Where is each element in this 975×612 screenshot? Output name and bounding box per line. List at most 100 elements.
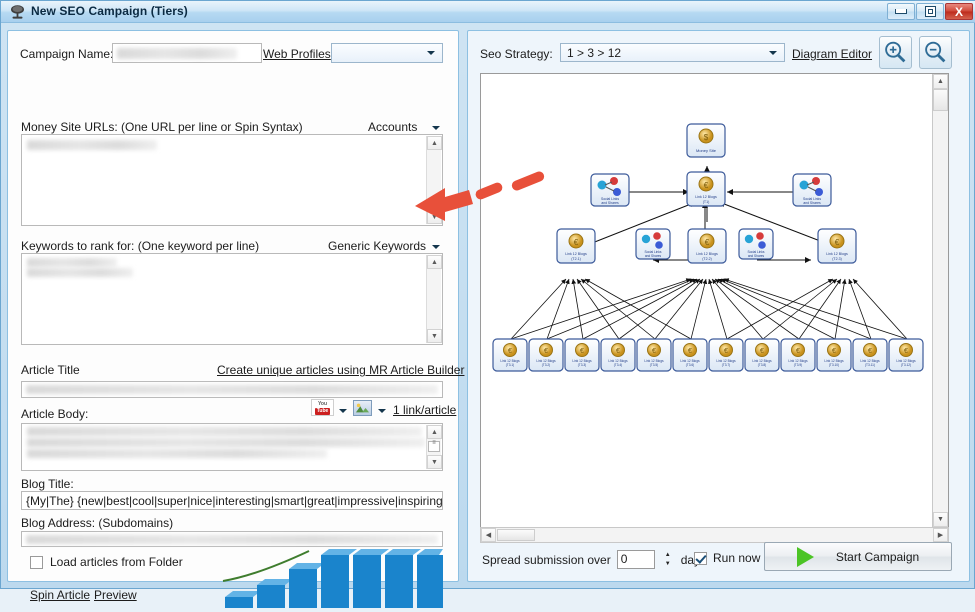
- image-icon[interactable]: [353, 400, 372, 416]
- svg-text:Money Site: Money Site: [696, 148, 717, 153]
- zoom-out-button[interactable]: [919, 36, 952, 69]
- growth-bar-chart: [221, 549, 443, 612]
- spread-days-input[interactable]: 0: [616, 550, 655, 569]
- spread-days-stepper[interactable]: ▲ ▼: [661, 550, 675, 569]
- scroll-up-icon[interactable]: ▲: [933, 74, 948, 89]
- keywords-textarea[interactable]: ▲ ▼: [21, 253, 443, 345]
- diagram-horizontal-scrollbar[interactable]: ◀ ▶: [480, 527, 949, 543]
- scroll-left-icon[interactable]: ◀: [481, 528, 496, 542]
- svg-text:€: €: [835, 238, 840, 247]
- run-now-label: Run now: [713, 551, 761, 565]
- load-articles-checkbox-row[interactable]: Load articles from Folder: [30, 555, 183, 569]
- scroll-up-icon[interactable]: ▲: [427, 425, 442, 439]
- scroll-up-icon[interactable]: ▲: [427, 136, 442, 150]
- tier3-node[interactable]: €Link 12 Blogs(T3.9): [780, 338, 816, 372]
- generic-keywords-chevron-down-icon[interactable]: [432, 245, 440, 249]
- load-articles-checkbox[interactable]: [30, 555, 43, 569]
- run-now-checkbox-row[interactable]: Run now: [694, 551, 760, 565]
- stepper-up-icon[interactable]: ▲: [661, 550, 675, 560]
- seo-strategy-value: 1 > 3 > 12: [567, 46, 622, 60]
- zoom-in-button[interactable]: [879, 36, 912, 69]
- scroll-down-icon[interactable]: ▼: [427, 210, 442, 224]
- social-node[interactable]: Social Links and Shares: [635, 228, 671, 260]
- scroll-thumb-horizontal[interactable]: [497, 529, 535, 541]
- spin-article-link[interactable]: Spin Article: [30, 588, 90, 602]
- article-title-input[interactable]: [21, 381, 443, 398]
- svg-text:(T3.11): (T3.11): [865, 363, 875, 367]
- window-title: New SEO Campaign (Tiers): [31, 4, 188, 18]
- generic-keywords-label[interactable]: Generic Keywords: [328, 239, 426, 253]
- tier2-node[interactable]: € Link 12 Blogs (T2.2): [687, 228, 727, 264]
- scroll-thumb[interactable]: ≡: [428, 440, 440, 452]
- blog-address-input[interactable]: [21, 531, 443, 547]
- scroll-thumb[interactable]: [933, 89, 948, 111]
- minimize-button[interactable]: [887, 3, 915, 20]
- tier3-node[interactable]: €Link 12 Blogs(T3.6): [672, 338, 708, 372]
- tier3-node[interactable]: €Link 12 Blogs(T3.4): [600, 338, 636, 372]
- campaign-name-label: Campaign Name:: [20, 47, 114, 61]
- scroll-down-icon[interactable]: ▼: [427, 455, 442, 469]
- money-site-node[interactable]: $ Money Site: [686, 123, 726, 158]
- keywords-scrollbar[interactable]: ▲ ▼: [426, 255, 442, 343]
- article-body-line2: [27, 438, 425, 447]
- accounts-label[interactable]: Accounts: [368, 120, 417, 134]
- minimize-icon: [895, 9, 907, 14]
- start-campaign-button[interactable]: Start Campaign: [764, 542, 952, 571]
- blog-title-input[interactable]: {My|The} {new|best|cool|super|nice|inter…: [21, 491, 443, 510]
- youtube-icon[interactable]: You Tube: [311, 399, 334, 416]
- money-site-scrollbar[interactable]: ▲ ▼: [426, 136, 442, 224]
- tier3-node[interactable]: €Link 12 Blogs(T3.3): [564, 338, 600, 372]
- chart-svg: [222, 549, 443, 608]
- scroll-down-icon[interactable]: ▼: [427, 329, 442, 343]
- article-body-scrollbar[interactable]: ▲ ≡ ▼: [426, 425, 442, 469]
- svg-text:(T3.10): (T3.10): [829, 363, 839, 367]
- tier2-node[interactable]: € Link 12 Blogs (T2.1): [556, 228, 596, 264]
- chart-bar: [321, 549, 357, 608]
- tier2-node[interactable]: € Link 12 Blogs (T2.3): [817, 228, 857, 264]
- run-now-checkbox[interactable]: [694, 551, 707, 565]
- scroll-up-icon[interactable]: ▲: [427, 255, 442, 269]
- svg-text:Link 12 Blogs: Link 12 Blogs: [695, 195, 717, 199]
- web-profiles-select[interactable]: [331, 43, 443, 63]
- stepper-down-icon[interactable]: ▼: [661, 560, 675, 570]
- diagram-editor-link[interactable]: Diagram Editor: [792, 47, 872, 61]
- zoom-out-icon: [925, 41, 946, 63]
- article-body-textarea[interactable]: ▲ ≡ ▼: [21, 423, 443, 471]
- tier3-node[interactable]: €Link 12 Blogs(T3.1): [492, 338, 528, 372]
- tier3-node[interactable]: €Link 12 Blogs(T3.8): [744, 338, 780, 372]
- diagram-vertical-scrollbar[interactable]: ▲ ▼: [932, 74, 948, 527]
- article-builder-link[interactable]: Create unique articles using MR Article …: [217, 363, 464, 377]
- tier3-node[interactable]: €Link 12 Blogs(T3.2): [528, 338, 564, 372]
- close-button[interactable]: X: [945, 3, 973, 20]
- youtube-chevron-down-icon[interactable]: [339, 409, 347, 413]
- tier3-node[interactable]: €Link 12 Blogs(T3.5): [636, 338, 672, 372]
- svg-text:€: €: [574, 238, 579, 247]
- web-profiles-link[interactable]: Web Profiles: [263, 47, 331, 61]
- links-per-article-link[interactable]: 1 link/article: [393, 403, 456, 417]
- tier-diagram-canvas[interactable]: $ Money Site € Link 12 Blogs (T1) Social…: [480, 73, 949, 528]
- accounts-chevron-down-icon[interactable]: [432, 126, 440, 130]
- svg-text:Link 12 Blogs: Link 12 Blogs: [826, 252, 848, 256]
- tier3-node[interactable]: €Link 12 Blogs(T3.10): [816, 338, 852, 372]
- money-site-urls-textarea[interactable]: ▲ ▼: [21, 134, 443, 226]
- social-node[interactable]: Social Links and Shares: [738, 228, 774, 260]
- play-icon: [796, 546, 814, 567]
- image-chevron-down-icon[interactable]: [378, 409, 386, 413]
- svg-text:€: €: [868, 348, 872, 355]
- scroll-down-icon[interactable]: ▼: [933, 512, 948, 527]
- svg-text:€: €: [904, 348, 908, 355]
- chart-bar: [257, 579, 293, 608]
- social-node[interactable]: Social Links and Shares: [590, 173, 630, 207]
- tier3-node[interactable]: €Link 12 Blogs(T3.12): [888, 338, 924, 372]
- scroll-right-icon[interactable]: ▶: [933, 528, 948, 542]
- load-articles-label: Load articles from Folder: [50, 555, 183, 569]
- tier3-node[interactable]: €Link 12 Blogs(T3.11): [852, 338, 888, 372]
- tier3-node[interactable]: €Link 12 Blogs(T3.7): [708, 338, 744, 372]
- campaign-name-input[interactable]: [112, 43, 262, 63]
- svg-text:(T3.12): (T3.12): [901, 363, 911, 367]
- preview-link[interactable]: Preview: [94, 588, 137, 602]
- social-node[interactable]: Social Links and Shares: [792, 173, 832, 207]
- maximize-button[interactable]: [916, 3, 944, 20]
- seo-strategy-select[interactable]: 1 > 3 > 12: [560, 43, 785, 62]
- tier1-node[interactable]: € Link 12 Blogs (T1): [686, 171, 726, 207]
